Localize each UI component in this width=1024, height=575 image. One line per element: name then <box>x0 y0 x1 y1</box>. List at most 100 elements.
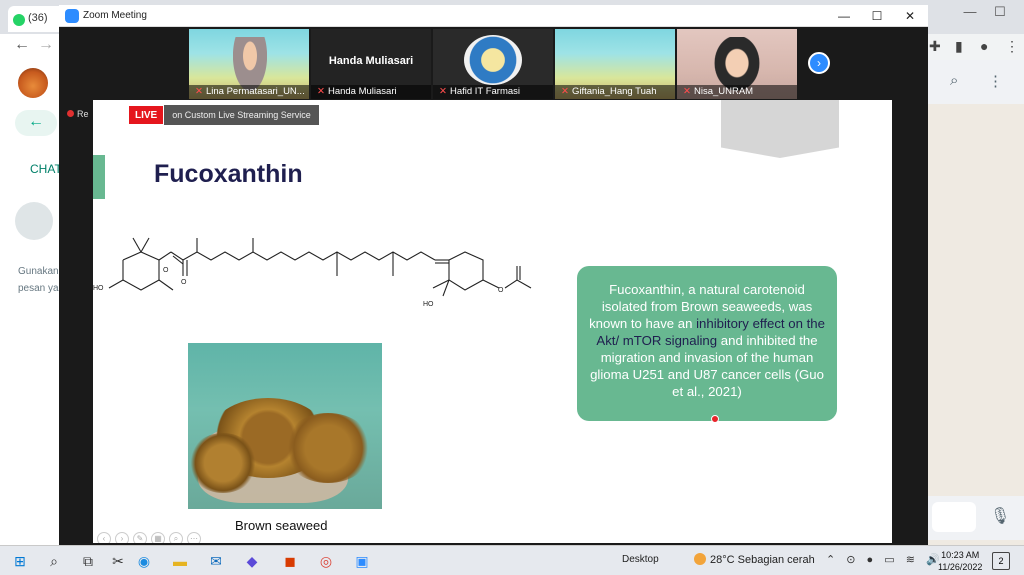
participant-name: Lina Permatasari_UN... <box>205 86 305 97</box>
more-icon[interactable]: ⋯ <box>187 532 201 543</box>
laser-pointer <box>711 415 719 423</box>
extension-icon[interactable]: ✚ <box>929 38 941 55</box>
weather-sun-icon <box>694 553 706 565</box>
search-icon[interactable]: ⌕ <box>950 72 958 89</box>
decorative-shape <box>721 100 839 158</box>
zoom-icon[interactable]: ⌕ <box>169 532 183 543</box>
recording-indicator: Re <box>67 109 89 119</box>
mic-muted-icon: ✕ <box>439 86 447 97</box>
participant-tile[interactable]: ✕ Giftania_Hang Tuah <box>555 29 675 99</box>
next-slide-icon[interactable]: › <box>115 532 129 543</box>
desktop-toolbar-label[interactable]: Desktop <box>622 554 659 565</box>
participant-name: Hafid IT Farmasi <box>449 86 521 97</box>
task-view-icon[interactable]: ⧉ <box>78 551 98 571</box>
edge-icon[interactable]: ◉ <box>134 551 154 571</box>
recording-label: Re <box>77 109 89 119</box>
participant-name-bar: ✕ Lina Permatasari_UN... <box>189 85 309 99</box>
maximize-button[interactable]: ☐ <box>864 7 890 25</box>
live-service-dropdown[interactable]: on Custom Live Streaming Service <box>164 105 319 125</box>
slides-icon[interactable]: ▦ <box>151 532 165 543</box>
participant-name: Nisa_UNRAM <box>693 86 754 97</box>
hydroxyl-label: HO <box>93 285 104 292</box>
record-dot-icon <box>67 110 74 117</box>
live-badge: LIVE <box>128 105 165 125</box>
more-options-icon[interactable]: ⋮ <box>988 72 1003 90</box>
snipping-icon[interactable]: ✂ <box>108 551 128 571</box>
office-icon[interactable]: ◼ <box>280 551 300 571</box>
browser-maximize-button[interactable]: ☐ <box>985 2 1015 22</box>
hint-text-2: pesan ya <box>18 283 59 294</box>
search-icon[interactable]: ⌕ <box>44 551 64 571</box>
participant-name-bar: ✕ Handa Muliasari <box>311 85 431 99</box>
zoom-window: Zoom Meeting — ☐ ✕ ✕ Lina Permatasari_UN.… <box>59 5 928 545</box>
browser-toolbar-right: ✚ ▮ ● ⋮ <box>925 34 1024 60</box>
participant-tile[interactable]: ✕ Lina Permatasari_UN... <box>189 29 309 99</box>
mail-icon[interactable]: ✉ <box>206 551 226 571</box>
epoxy-label: O <box>163 267 169 274</box>
keto-label: O <box>181 279 187 286</box>
chrome-icon[interactable]: ◎ <box>316 551 336 571</box>
system-tray[interactable]: ⌃ ⊙ ● ▭ ≋ 🔊 <box>826 553 944 566</box>
participant-name-bar: ✕ Giftania_Hang Tuah <box>555 85 675 99</box>
zoom-app-icon[interactable]: ▣ <box>352 551 372 571</box>
profile-icon[interactable]: ● <box>980 38 988 54</box>
app-icon[interactable]: ◆ <box>242 551 262 571</box>
next-page-button[interactable]: › <box>808 52 830 74</box>
whatsapp-icon <box>13 14 25 26</box>
mic-muted-icon: ✕ <box>561 86 569 97</box>
forward-arrow-icon[interactable]: → <box>38 36 54 54</box>
shared-slide: Fucoxanthin HO O O HO O Brown seaweed Fu… <box>93 100 892 543</box>
seaweed-photo <box>188 343 382 509</box>
minimize-button[interactable]: — <box>831 7 857 25</box>
mic-muted-icon: ✕ <box>195 86 203 97</box>
taskbar: ⊞ ⌕ ⧉ ✂ ◉ ▬ ✉ ◆ ◼ ◎ ▣ Desktop 28°C Sebag… <box>0 545 1024 575</box>
notification-center-icon[interactable]: 2 <box>992 552 1010 570</box>
live-indicator: LIVE on Custom Live Streaming Service <box>128 105 319 125</box>
file-explorer-icon[interactable]: ▬ <box>170 551 190 571</box>
weather-widget[interactable]: 28°C Sebagian cerah <box>694 553 815 566</box>
info-box: Fucoxanthin, a natural carotenoid isolat… <box>577 266 837 421</box>
participant-name-bar: ✕ Nisa_UNRAM <box>677 85 797 99</box>
message-input-bar: 🎙 <box>928 496 1024 540</box>
sidebar-icon[interactable]: ▮ <box>955 38 963 55</box>
participant-strip: ✕ Lina Permatasari_UN... Handa Muliasari … <box>59 27 928 100</box>
microphone-icon[interactable]: 🎙 <box>990 506 1010 526</box>
participant-name: Giftania_Hang Tuah <box>571 86 657 97</box>
participant-tile[interactable]: Handa Muliasari ✕ Handa Muliasari <box>311 29 431 99</box>
university-logo <box>464 35 522 85</box>
participant-tile[interactable]: ✕ Nisa_UNRAM <box>677 29 797 99</box>
prev-slide-icon[interactable]: ‹ <box>97 532 111 543</box>
fucoxanthin-structure: HO O O HO O <box>93 237 532 308</box>
back-button[interactable]: ← <box>15 110 57 136</box>
message-input[interactable] <box>932 502 976 532</box>
zoom-logo-icon <box>65 9 79 23</box>
hint-text-1: Gunakan <box>18 266 59 277</box>
mic-muted-icon: ✕ <box>317 86 325 97</box>
chat-header: ⌕ ⋮ <box>928 60 1024 104</box>
clock[interactable]: 10:23 AM 11/26/2022 <box>938 549 982 573</box>
slide-toolbar: ‹ › ✎ ▦ ⌕ ⋯ <box>97 532 201 543</box>
menu-icon[interactable]: ⋮ <box>1005 38 1019 55</box>
accent-bar <box>93 155 105 199</box>
pen-icon[interactable]: ✎ <box>133 532 147 543</box>
back-arrow-icon[interactable]: ← <box>14 36 30 54</box>
group-avatar-icon[interactable] <box>15 202 53 240</box>
chat-panel <box>928 60 1024 545</box>
tab-label: (36) <box>28 12 48 24</box>
window-title: Zoom Meeting <box>83 10 147 21</box>
windows-start-icon[interactable]: ⊞ <box>10 551 30 571</box>
hydroxyl-label: HO <box>423 301 434 308</box>
seaweed-clump <box>283 413 373 483</box>
avatar[interactable] <box>18 68 48 98</box>
participant-tile[interactable]: ✕ Hafid IT Farmasi <box>433 29 553 99</box>
participant-video <box>233 37 267 91</box>
zoom-titlebar: Zoom Meeting — ☐ ✕ <box>59 5 928 27</box>
slide-title: Fucoxanthin <box>154 160 303 188</box>
close-button[interactable]: ✕ <box>897 7 923 25</box>
participant-name-bar: ✕ Hafid IT Farmasi <box>433 85 553 99</box>
mic-muted-icon: ✕ <box>683 86 691 97</box>
ester-oxygen-label: O <box>498 287 504 294</box>
clock-time: 10:23 AM <box>941 550 980 560</box>
image-caption: Brown seaweed <box>235 518 328 533</box>
browser-minimize-button[interactable]: — <box>955 2 985 22</box>
